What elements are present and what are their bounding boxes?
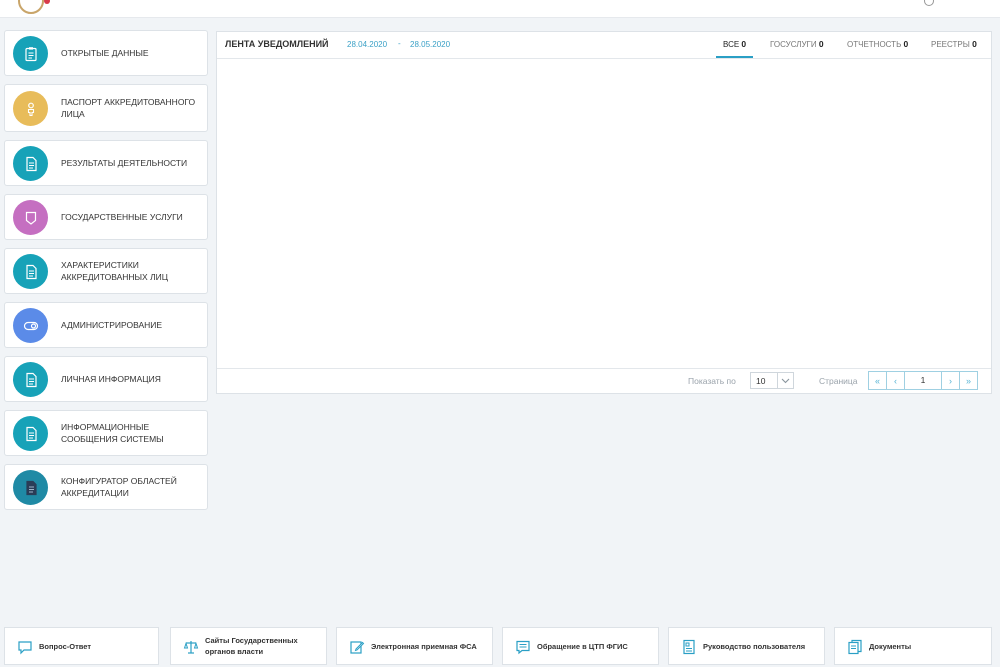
- last-page-button[interactable]: »: [959, 371, 978, 390]
- user-manual-link[interactable]: Руководство пользователя: [668, 627, 825, 665]
- sidebar-item-configurator[interactable]: КОНФИГУРАТОР ОБЛАСТЕЙ АККРЕДИТАЦИИ: [4, 464, 208, 510]
- sidebar-item-label: КОНФИГУРАТОР ОБЛАСТЕЙ АККРЕДИТАЦИИ: [61, 476, 177, 498]
- document-icon: [13, 146, 48, 181]
- sidebar-item-gov-services[interactable]: ГОСУДАРСТВЕННЫЕ УСЛУГИ: [4, 194, 208, 240]
- document-icon: [13, 362, 48, 397]
- footer-link-label: Обращение в ЦТП ФГИС: [537, 641, 628, 651]
- page-size-select[interactable]: 10: [750, 372, 794, 389]
- badge-icon: [13, 200, 48, 235]
- sidebar-item-label: ЛИЧНАЯ ИНФОРМАЦИЯ: [61, 374, 161, 384]
- sidebar-item-label: ГОСУДАРСТВЕННЫЕ УСЛУГИ: [61, 212, 183, 222]
- page-size-label: Показать по: [688, 376, 736, 386]
- user-icon[interactable]: [924, 0, 934, 6]
- tab-reporting[interactable]: ОТЧЕТНОСТЬ 0: [847, 39, 908, 49]
- top-bar: [0, 0, 1000, 18]
- person-icon: [13, 91, 48, 126]
- gov-sites-link[interactable]: Сайты Государственных органов власти: [170, 627, 327, 665]
- sidebar-item-label: ХАРАКТЕРИСТИКИ АККРЕДИТОВАННЫХ ЛИЦ: [61, 260, 169, 282]
- page-input[interactable]: 1: [904, 371, 942, 390]
- pagination: Показать по 10 Страница « ‹ 1 › »: [217, 368, 991, 393]
- sidebar-item-label: РЕЗУЛЬТАТЫ ДЕЯТЕЛЬНОСТИ: [61, 158, 188, 168]
- sidebar-item-label: АДМИНИСТРИРОВАНИЕ: [61, 320, 163, 330]
- logo-mark: [44, 0, 50, 4]
- faq-link[interactable]: Вопрос-Ответ: [4, 627, 159, 665]
- first-page-button[interactable]: «: [868, 371, 887, 390]
- sidebar-item-label: ПАСПОРТ АККРЕДИТОВАННОГО ЛИЦА: [61, 97, 196, 119]
- sidebar-item-system-messages[interactable]: ИНФОРМАЦИОННЫЕ СООБЩЕНИЯ СИСТЕМЫ: [4, 410, 208, 456]
- footer-link-label: Электронная приемная ФСА: [371, 641, 477, 651]
- sidebar-item-personal-info[interactable]: ЛИЧНАЯ ИНФОРМАЦИЯ: [4, 356, 208, 402]
- logo[interactable]: [18, 0, 44, 14]
- feed-title: ЛЕНТА УВЕДОМЛЕНИЙ: [225, 39, 329, 49]
- sidebar-item-label: ИНФОРМАЦИОННЫЕ СООБЩЕНИЯ СИСТЕМЫ: [61, 422, 164, 444]
- document-icon: [13, 416, 48, 451]
- sidebar-item-passport[interactable]: ПАСПОРТ АККРЕДИТОВАННОГО ЛИЦА: [4, 84, 208, 132]
- prev-page-button[interactable]: ‹: [886, 371, 905, 390]
- footer-link-label: Документы: [869, 641, 912, 651]
- clipboard-icon: [13, 36, 48, 71]
- e-reception-link[interactable]: Электронная приемная ФСА: [336, 627, 493, 665]
- chat-icon: [18, 641, 32, 655]
- tab-registries[interactable]: РЕЕСТРЫ 0: [931, 39, 977, 49]
- page-label: Страница: [819, 376, 858, 386]
- documents-icon: [848, 639, 862, 655]
- date-to[interactable]: 28.05.2020: [410, 40, 450, 49]
- page-size-value: 10: [756, 376, 766, 386]
- feed-list: [217, 59, 991, 369]
- toggle-icon: [13, 308, 48, 343]
- chevron-down-icon: [777, 373, 793, 388]
- feed-header: ЛЕНТА УВЕДОМЛЕНИЙ 28.04.2020 - 28.05.202…: [217, 32, 991, 59]
- documents-link[interactable]: Документы: [834, 627, 992, 665]
- message-icon: [516, 640, 530, 655]
- document-icon: [13, 470, 48, 505]
- date-from[interactable]: 28.04.2020: [347, 40, 387, 49]
- manual-icon: [683, 639, 695, 655]
- edit-icon: [350, 641, 365, 654]
- scales-icon: [183, 641, 199, 654]
- date-separator: -: [398, 39, 401, 48]
- sidebar-item-label: ОТКРЫТЫЕ ДАННЫЕ: [61, 48, 149, 58]
- sidebar: ОТКРЫТЫЕ ДАННЫЕ ПАСПОРТ АККРЕДИТОВАННОГО…: [4, 30, 208, 518]
- footer-link-label: Руководство пользователя: [703, 641, 806, 651]
- support-request-link[interactable]: Обращение в ЦТП ФГИС: [502, 627, 659, 665]
- tab-gosuslugi[interactable]: ГОСУСЛУГИ 0: [770, 39, 824, 49]
- sidebar-item-results[interactable]: РЕЗУЛЬТАТЫ ДЕЯТЕЛЬНОСТИ: [4, 140, 208, 186]
- document-icon: [13, 254, 48, 289]
- sidebar-item-administration[interactable]: АДМИНИСТРИРОВАНИЕ: [4, 302, 208, 348]
- footer-link-label: Вопрос-Ответ: [39, 641, 92, 651]
- active-tab-indicator: [716, 56, 753, 58]
- notification-feed-panel: ЛЕНТА УВЕДОМЛЕНИЙ 28.04.2020 - 28.05.202…: [216, 31, 992, 394]
- sidebar-item-characteristics[interactable]: ХАРАКТЕРИСТИКИ АККРЕДИТОВАННЫХ ЛИЦ: [4, 248, 208, 294]
- tab-all[interactable]: ВСЕ 0: [723, 39, 746, 49]
- footer-link-label: Сайты Государственных органов власти: [205, 636, 298, 656]
- footer-links: Вопрос-Ответ Сайты Государственных орган…: [4, 627, 994, 665]
- next-page-button[interactable]: ›: [941, 371, 960, 390]
- sidebar-item-open-data[interactable]: ОТКРЫТЫЕ ДАННЫЕ: [4, 30, 208, 76]
